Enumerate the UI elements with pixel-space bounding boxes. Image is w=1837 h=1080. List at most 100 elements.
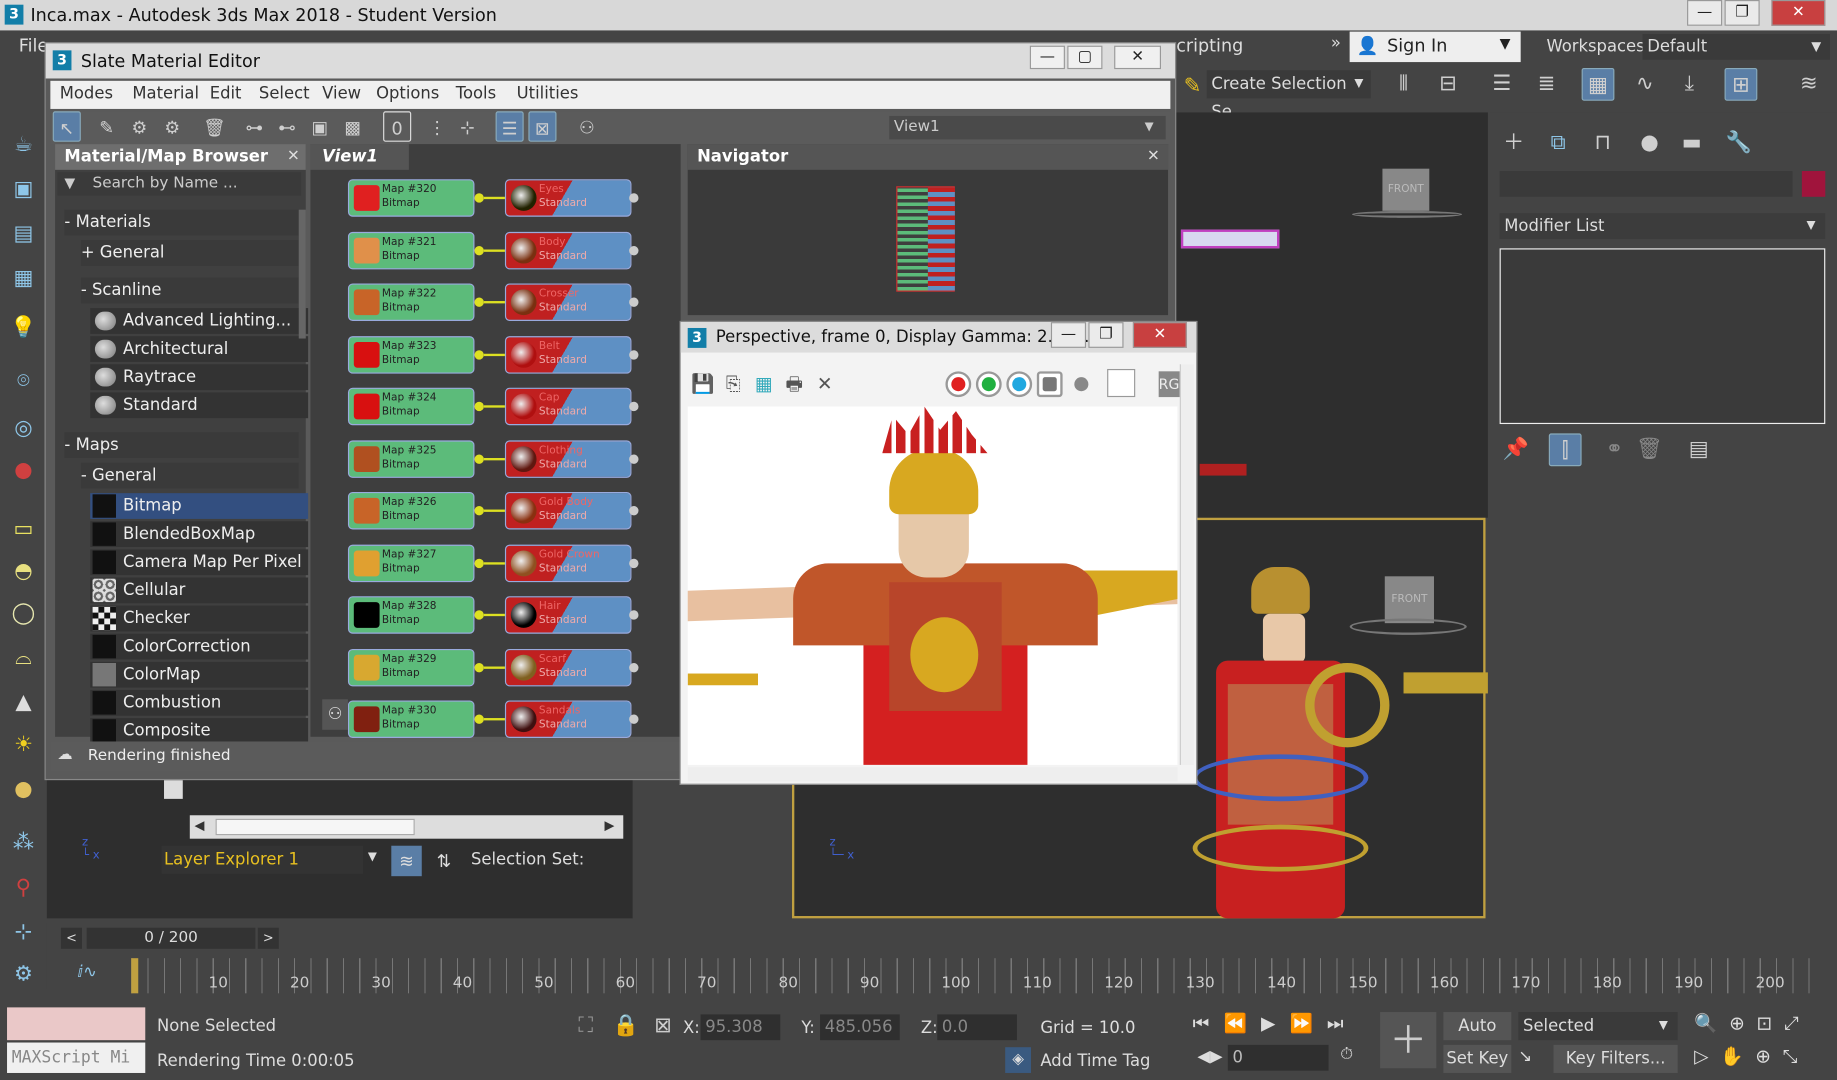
viewcube[interactable]: FRONT xyxy=(1382,168,1430,211)
group-maps-general[interactable]: - General xyxy=(80,462,299,489)
map-item[interactable]: Camera Map Per Pixel xyxy=(90,549,309,576)
time-slider[interactable]: 0 / 200 xyxy=(86,927,256,949)
menu-edit[interactable]: Edit xyxy=(210,84,242,103)
motion-tab-icon[interactable]: ● xyxy=(1633,127,1666,160)
scanline-item[interactable]: Standard xyxy=(90,392,309,419)
bone-icon[interactable]: ⚲ xyxy=(7,871,40,904)
alpha-channel-toggle[interactable] xyxy=(1036,371,1063,398)
curve-editor-icon[interactable]: ∿ xyxy=(1628,68,1661,101)
grid-icon[interactable]: ▦ xyxy=(7,262,40,295)
layer-explorer-field[interactable]: Layer Explorer 1 xyxy=(161,845,364,874)
map-node[interactable]: Map #321 Bitmap xyxy=(347,231,475,269)
record-icon[interactable]: ● xyxy=(7,454,40,487)
cone-icon[interactable]: ▲ xyxy=(7,686,40,719)
material-node[interactable]: Clothing Standard xyxy=(504,439,632,478)
layers-icon[interactable]: ≋ xyxy=(391,845,422,877)
object-color-swatch[interactable] xyxy=(1801,171,1826,197)
playback-controls[interactable]: ⏮⏪▶⏩⏭ xyxy=(1193,1012,1345,1040)
select-tool-icon[interactable]: ↖ xyxy=(52,111,81,142)
menu-overflow-icon[interactable]: » xyxy=(1331,34,1341,53)
output-socket[interactable] xyxy=(474,453,484,464)
menu-tools[interactable]: Tools xyxy=(456,84,496,103)
teapot-icon[interactable]: ☕ xyxy=(7,129,40,162)
output-socket[interactable] xyxy=(474,401,484,412)
axis-icon[interactable]: ⊹ xyxy=(7,916,40,949)
create-tab-icon[interactable]: ＋ xyxy=(1497,127,1530,160)
map-node[interactable]: Map #328 Bitmap xyxy=(347,596,475,634)
material-node[interactable]: Body Standard xyxy=(504,231,632,269)
mirror-icon[interactable]: ⫴ xyxy=(1387,68,1420,101)
menu-material[interactable]: Material xyxy=(132,84,199,103)
group-general[interactable]: + General xyxy=(80,240,299,266)
object-name-field[interactable] xyxy=(1499,171,1793,197)
material-node[interactable]: Gold Crown Standard xyxy=(504,544,632,582)
output-socket[interactable] xyxy=(474,714,484,724)
material-node[interactable]: Sandals Standard xyxy=(504,700,632,738)
modify-tab-icon[interactable]: ⧉ xyxy=(1542,127,1575,160)
menu-options[interactable]: Options xyxy=(376,84,439,103)
chevron-down-icon[interactable]: ▼ xyxy=(368,850,377,863)
output-socket[interactable] xyxy=(629,297,639,307)
next-frame-icon[interactable]: > xyxy=(257,927,279,949)
map-item[interactable]: ColorMap xyxy=(90,661,309,688)
map-item[interactable]: Checker xyxy=(90,605,309,632)
view-canvas[interactable]: View1 Map #320 Bitmap Eyes Standard Map #321… xyxy=(310,144,681,738)
output-socket[interactable] xyxy=(629,193,639,203)
move-children-icon[interactable]: ⊶ xyxy=(240,111,268,141)
map-item[interactable]: BlendedBoxMap xyxy=(90,521,309,548)
x-coordinate-field[interactable]: 95.308 xyxy=(700,1014,781,1041)
minimize-button[interactable]: — xyxy=(1687,0,1723,26)
geosphere-icon[interactable]: ● xyxy=(7,773,40,806)
viewcube-perspective[interactable]: FRONT xyxy=(1384,576,1434,624)
workspace-dropdown[interactable]: Default ▼ xyxy=(1642,33,1830,60)
swatch-white[interactable] xyxy=(1107,368,1136,398)
output-socket[interactable] xyxy=(474,610,484,620)
z-coordinate-field[interactable]: 0.0 xyxy=(937,1014,1017,1041)
y-coordinate-field[interactable]: 485.056 xyxy=(820,1014,900,1041)
select-by-material-icon[interactable]: ⚇ xyxy=(573,111,601,141)
particles-icon[interactable]: ⁂ xyxy=(7,827,40,860)
map-node[interactable]: Map #327 Bitmap xyxy=(347,544,475,582)
map-item[interactable]: Combustion xyxy=(90,689,309,716)
menu-modes[interactable]: Modes xyxy=(60,84,113,103)
scanline-item[interactable]: Architectural xyxy=(90,336,309,362)
map-node[interactable]: Map #323 Bitmap xyxy=(347,335,475,374)
curve-toggle-icon[interactable]: ⅈ∿ xyxy=(77,963,97,982)
time-tag-icon[interactable]: ◈ xyxy=(1005,1047,1031,1073)
document-icon[interactable]: ▤ xyxy=(7,218,40,251)
render-setup-icon[interactable]: ≋ xyxy=(1792,68,1825,101)
absolute-mode-icon[interactable]: ⊠ xyxy=(647,1010,680,1043)
create-selection-set-dropdown[interactable]: Create Selection Se ▼ xyxy=(1206,70,1371,122)
scroll-left-icon[interactable]: ◀ xyxy=(194,818,204,833)
browser-search-input[interactable]: Search by Name ... xyxy=(57,172,302,196)
output-socket[interactable] xyxy=(474,297,484,307)
isolate-icon[interactable]: ⛶ xyxy=(569,1010,602,1043)
time-config-icon[interactable]: ⏱ xyxy=(1340,1045,1353,1064)
save-image-icon[interactable]: 💾 xyxy=(690,371,716,397)
material-node[interactable]: Hair Standard xyxy=(504,596,632,634)
put-to-scene-icon[interactable]: ⚙ xyxy=(125,111,153,141)
modifier-stack[interactable] xyxy=(1499,248,1826,425)
output-socket[interactable] xyxy=(474,558,484,568)
map-node[interactable]: Map #320 Bitmap xyxy=(347,179,475,217)
category-maps[interactable]: - Maps xyxy=(64,432,299,459)
assign-material-icon[interactable]: ⚙ xyxy=(158,111,186,141)
sun-icon[interactable]: ☀ xyxy=(7,729,40,762)
maximize-button[interactable]: ❐ xyxy=(1724,0,1760,26)
print-icon[interactable]: 🖶 xyxy=(781,371,807,397)
material-node[interactable]: Cap Standard xyxy=(504,387,632,426)
pin-stack-icon[interactable]: 📌 xyxy=(1500,433,1533,466)
viewport-nav-controls-top[interactable]: 🔍⊕⊡⤢ xyxy=(1694,1012,1835,1040)
close-button[interactable]: ✕ xyxy=(1771,0,1826,26)
map-node[interactable]: Map #326 Bitmap xyxy=(347,491,475,530)
output-socket[interactable] xyxy=(474,349,484,360)
browser-scrollbar[interactable] xyxy=(298,209,306,339)
maximize-button[interactable]: ❐ xyxy=(1088,322,1124,348)
close-button[interactable]: ✕ xyxy=(1114,45,1162,70)
clone-window-icon[interactable]: ▦ xyxy=(751,371,777,397)
snap-icon[interactable]: ✎ xyxy=(1176,70,1209,103)
hide-unused-icon[interactable]: ⊷ xyxy=(273,111,301,141)
camera-icon[interactable]: ⌾ xyxy=(7,365,40,398)
scroll-right-icon[interactable]: ▶ xyxy=(605,818,615,833)
map-node[interactable]: Map #330 Bitmap xyxy=(347,700,475,738)
